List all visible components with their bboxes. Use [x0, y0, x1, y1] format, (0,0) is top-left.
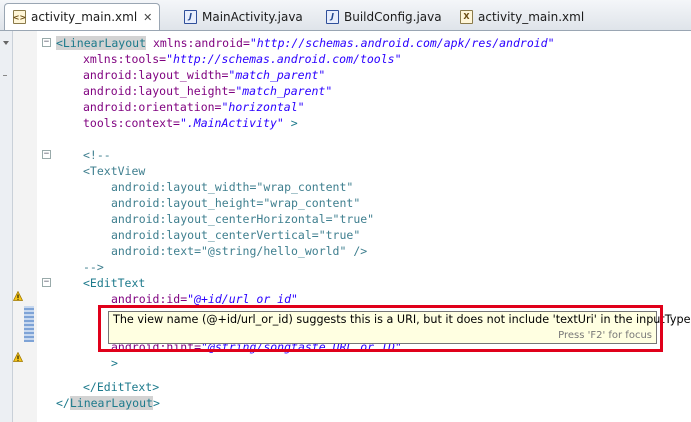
tab-build-config-java[interactable]: J BuildConfig.java: [318, 4, 450, 29]
tab-activity-main-xml[interactable]: <> activity_main.xml ✕: [4, 3, 160, 30]
highlight-annotation-box: [98, 305, 663, 352]
comment-line: android:layout_width="wrap_content": [111, 180, 354, 194]
comment-line: android:layout_centerVertical="true": [111, 228, 361, 242]
tab-activity-main-xml-2[interactable]: X activity_main.xml: [452, 4, 602, 29]
code-line: <LinearLayout xmlns:android="http://sche…: [56, 36, 555, 50]
code-line: xmlns:tools="http://schemas.android.com/…: [83, 52, 402, 66]
code-line: >: [111, 356, 118, 370]
code-line: <EditText: [83, 276, 146, 290]
xml-file-icon: <>: [13, 10, 26, 24]
comment-line: android:layout_height="wrap_content": [111, 196, 361, 210]
tab-label: activity_main.xml: [478, 9, 585, 24]
annotation-ruler: [13, 31, 37, 422]
java-file-icon: J: [184, 9, 197, 24]
comment-line: android:layout_centerHorizontal="true": [111, 212, 375, 226]
code-line: </LinearLayout>: [56, 396, 160, 410]
editor-tab-bar: <> activity_main.xml ✕ J MainActivity.ja…: [0, 0, 691, 31]
close-tab-icon[interactable]: ✕: [143, 11, 152, 24]
warning-icon[interactable]: [13, 352, 23, 362]
tab-label: MainActivity.java: [202, 9, 303, 24]
comment-line: <!--: [83, 148, 111, 162]
code-line: </EditText>: [83, 380, 160, 394]
fold-toggle-icon[interactable]: −: [42, 150, 51, 159]
code-line: android:orientation="horizontal": [83, 100, 305, 114]
tab-label: BuildConfig.java: [344, 9, 442, 24]
code-line: android:layout_height="match_parent": [83, 84, 333, 98]
java-file-icon: J: [326, 9, 339, 24]
xml-editor[interactable]: − <LinearLayout xmlns:android="http://sc…: [38, 31, 691, 422]
comment-line: -->: [83, 260, 104, 274]
tab-main-activity-java[interactable]: J MainActivity.java: [176, 4, 316, 29]
fold-toggle-icon[interactable]: −: [42, 38, 51, 47]
left-panel-strip: [0, 31, 13, 422]
fold-toggle-icon[interactable]: −: [42, 278, 51, 287]
code-line: android:layout_width="match_parent": [83, 68, 326, 82]
selection-marker: [24, 306, 34, 342]
comment-line: <TextView: [83, 164, 146, 178]
collapse-arrow-icon[interactable]: [0, 31, 12, 91]
warning-icon[interactable]: [13, 291, 23, 301]
tab-label: activity_main.xml: [31, 10, 138, 24]
xml-file-icon: X: [460, 9, 473, 24]
comment-line: android:text="@string/hello_world" />: [111, 244, 368, 258]
code-line: tools:context=".MainActivity" >: [83, 116, 298, 130]
